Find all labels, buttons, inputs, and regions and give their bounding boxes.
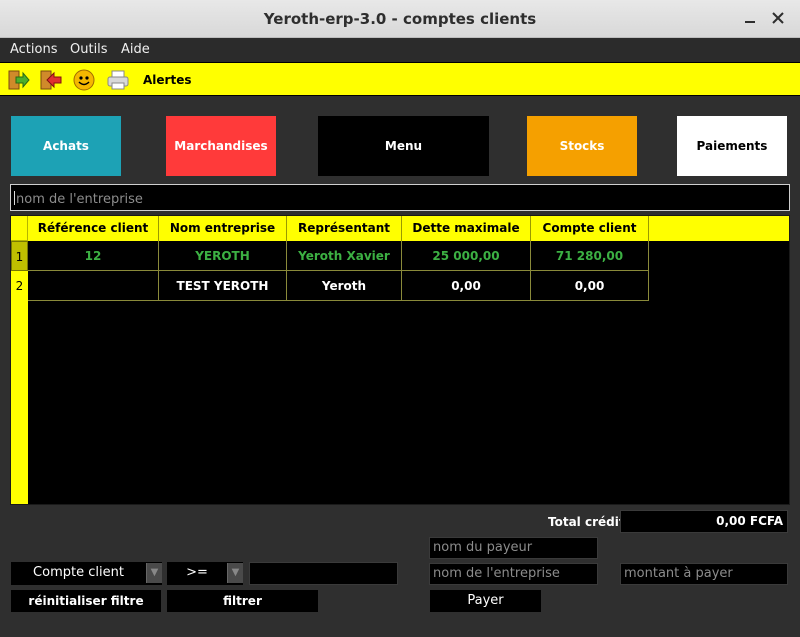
alertes-label[interactable]: Alertes (143, 73, 191, 87)
filter-operator-select[interactable]: >= ▼ (167, 562, 243, 585)
menubar: Actions Outils Aide (0, 38, 800, 62)
chevron-down-icon[interactable]: ▼ (146, 563, 162, 583)
text-caret (14, 191, 15, 205)
clients-table[interactable]: Référence client Nom entreprise Représen… (10, 215, 790, 505)
table-cell[interactable]: TEST YEROTH (159, 271, 287, 301)
column-header-reference[interactable]: Référence client (28, 216, 159, 241)
search-placeholder: nom de l'entreprise (16, 192, 143, 207)
total-credit-value: 0,00 FCFA (620, 510, 788, 533)
row-header-1[interactable]: 1 (11, 241, 28, 271)
achats-button[interactable]: Achats (11, 116, 121, 176)
window-title: Yeroth-erp-3.0 - comptes clients (263, 10, 537, 28)
marchandises-button[interactable]: Marchandises (166, 116, 276, 176)
payeur-input[interactable]: nom du payeur (429, 537, 598, 559)
close-icon[interactable] (770, 10, 786, 26)
table-cell[interactable]: Yeroth (287, 271, 402, 301)
paiements-button[interactable]: Paiements (677, 116, 787, 176)
column-header-compte[interactable]: Compte client (531, 216, 649, 241)
menu-actions[interactable]: Actions (10, 42, 58, 57)
table-cell[interactable] (28, 271, 159, 301)
table-cell[interactable]: Yeroth Xavier (287, 241, 402, 271)
back-icon[interactable] (38, 68, 62, 92)
total-credit-label: Total crédit (548, 515, 625, 529)
filter-field-value: Compte client (33, 565, 124, 580)
smiley-icon[interactable] (72, 68, 96, 92)
entreprise-payeur-input[interactable]: nom de l'entreprise (429, 563, 598, 585)
filter-operator-value: >= (186, 565, 208, 580)
minimize-icon[interactable] (742, 10, 758, 26)
table-cell[interactable]: 71 280,00 (531, 241, 649, 271)
table-corner[interactable] (11, 216, 28, 241)
montant-input[interactable]: montant à payer (620, 563, 788, 585)
exit-icon[interactable] (6, 68, 30, 92)
table-cell[interactable]: 12 (28, 241, 159, 271)
toolbar: Alertes (0, 62, 800, 96)
menu-outils[interactable]: Outils (70, 42, 108, 57)
window-titlebar: Yeroth-erp-3.0 - comptes clients (0, 0, 800, 38)
filter-field-select[interactable]: Compte client ▼ (11, 562, 162, 585)
table-cell[interactable]: YEROTH (159, 241, 287, 271)
stocks-button[interactable]: Stocks (527, 116, 637, 176)
printer-icon[interactable] (106, 68, 130, 92)
column-header-representant[interactable]: Représentant (287, 216, 402, 241)
filter-value-input[interactable] (249, 562, 398, 585)
search-input[interactable]: nom de l'entreprise (10, 184, 790, 211)
pay-button[interactable]: Payer (430, 590, 541, 612)
column-header-dette[interactable]: Dette maximale (402, 216, 531, 241)
reset-filter-button[interactable]: réinitialiser filtre (11, 590, 161, 612)
menu-aide[interactable]: Aide (121, 42, 150, 57)
chevron-down-icon[interactable]: ▼ (227, 563, 243, 583)
table-cell[interactable]: 25 000,00 (402, 241, 531, 271)
column-header-nom[interactable]: Nom entreprise (159, 216, 287, 241)
menu-button[interactable]: Menu (318, 116, 489, 176)
filter-button[interactable]: filtrer (167, 590, 318, 612)
table-cell[interactable]: 0,00 (531, 271, 649, 301)
row-header-2[interactable]: 2 (11, 271, 28, 301)
table-cell[interactable]: 0,00 (402, 271, 531, 301)
